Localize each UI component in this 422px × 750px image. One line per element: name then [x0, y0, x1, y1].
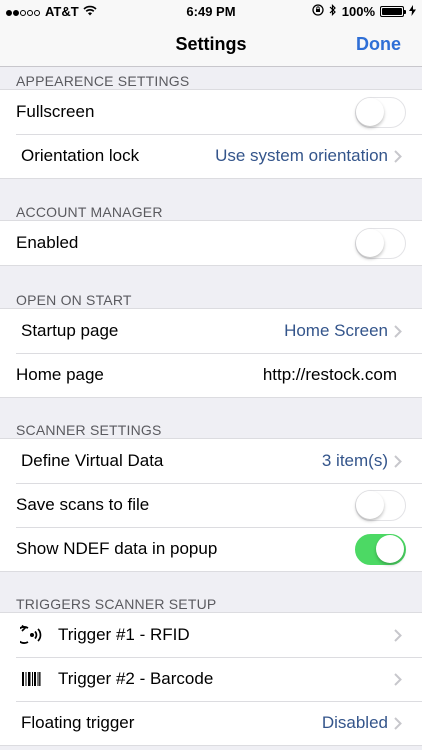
appearance-group: Fullscreen Orientation lock Use system o… — [0, 89, 422, 179]
toggle-knob — [356, 228, 384, 257]
startup-page-row[interactable]: Startup page Home Screen — [0, 309, 422, 353]
floating-trigger-value: Disabled — [321, 713, 388, 732]
chevron-right-icon — [388, 324, 422, 338]
toggle-knob — [356, 97, 384, 126]
open-on-start-group: Startup page Home Screen Home page http:… — [0, 308, 422, 398]
toggle-knob — [356, 490, 384, 519]
virtual-data-label: Define Virtual Data — [21, 451, 164, 470]
ndef-popup-row: Show NDEF data in popup — [0, 527, 422, 571]
account-enabled-toggle[interactable] — [355, 227, 406, 259]
navigation-bar: Settings Done — [0, 22, 422, 67]
chevron-right-icon — [388, 628, 422, 642]
barcode-icon — [20, 668, 42, 690]
done-button[interactable]: Done — [356, 34, 401, 55]
trigger-barcode-row[interactable]: Trigger #2 - Barcode — [0, 657, 422, 701]
charging-icon — [409, 4, 416, 19]
save-scans-toggle[interactable] — [355, 489, 406, 521]
ndef-popup-toggle[interactable] — [355, 533, 406, 565]
home-page-value[interactable]: http://restock.com — [263, 365, 422, 385]
home-page-row[interactable]: Home page http://restock.com — [0, 353, 422, 397]
fullscreen-label: Fullscreen — [16, 102, 95, 121]
chevron-right-icon — [388, 149, 422, 163]
orientation-lock-icon — [312, 4, 324, 19]
scanner-group: Define Virtual Data 3 item(s) Save scans… — [0, 438, 422, 572]
startup-page-value: Home Screen — [284, 321, 388, 340]
section-header-triggers: TRIGGERS SCANNER SETUP — [0, 572, 422, 612]
orientation-lock-value: Use system orientation — [215, 146, 388, 165]
save-scans-label: Save scans to file — [16, 495, 150, 514]
triggers-group: Trigger #1 - RFID Trigger #2 - Barcode F… — [0, 612, 422, 746]
fullscreen-row: Fullscreen — [0, 90, 422, 134]
home-page-label: Home page — [16, 365, 104, 384]
chevron-right-icon — [388, 672, 422, 686]
section-header-scanner: SCANNER SETTINGS — [0, 398, 422, 438]
battery-percent: 100% — [341, 4, 375, 19]
startup-page-label: Startup page — [21, 321, 119, 340]
fullscreen-toggle[interactable] — [355, 96, 406, 128]
virtual-data-row[interactable]: Define Virtual Data 3 item(s) — [0, 439, 422, 483]
status-bar: AT&T 6:49 PM 100% — [0, 0, 422, 22]
section-header-appearance: APPEARENCE SETTINGS — [0, 67, 422, 89]
floating-trigger-label: Floating trigger — [21, 713, 135, 732]
ndef-popup-label: Show NDEF data in popup — [16, 539, 218, 558]
virtual-data-value: 3 item(s) — [321, 451, 388, 470]
section-header-open-on-start: OPEN ON START — [0, 266, 422, 308]
orientation-lock-label: Orientation lock — [21, 146, 140, 165]
trigger-rfid-label: Trigger #1 - RFID — [58, 625, 190, 644]
chevron-right-icon — [388, 454, 422, 468]
battery-icon — [380, 6, 406, 17]
floating-trigger-row[interactable]: Floating trigger Disabled — [0, 701, 422, 745]
bluetooth-icon — [329, 4, 337, 19]
section-header-account: ACCOUNT MANAGER — [0, 179, 422, 220]
save-scans-row: Save scans to file — [0, 483, 422, 527]
trigger-barcode-label: Trigger #2 - Barcode — [58, 669, 214, 688]
orientation-lock-row[interactable]: Orientation lock Use system orientation — [0, 134, 422, 178]
account-enabled-label: Enabled — [16, 233, 79, 252]
account-group: Enabled — [0, 220, 422, 266]
toggle-knob — [376, 534, 404, 563]
account-enabled-row: Enabled — [0, 221, 422, 265]
rfid-icon — [20, 624, 42, 646]
trigger-rfid-row[interactable]: Trigger #1 - RFID — [0, 613, 422, 657]
chevron-right-icon — [388, 716, 422, 730]
